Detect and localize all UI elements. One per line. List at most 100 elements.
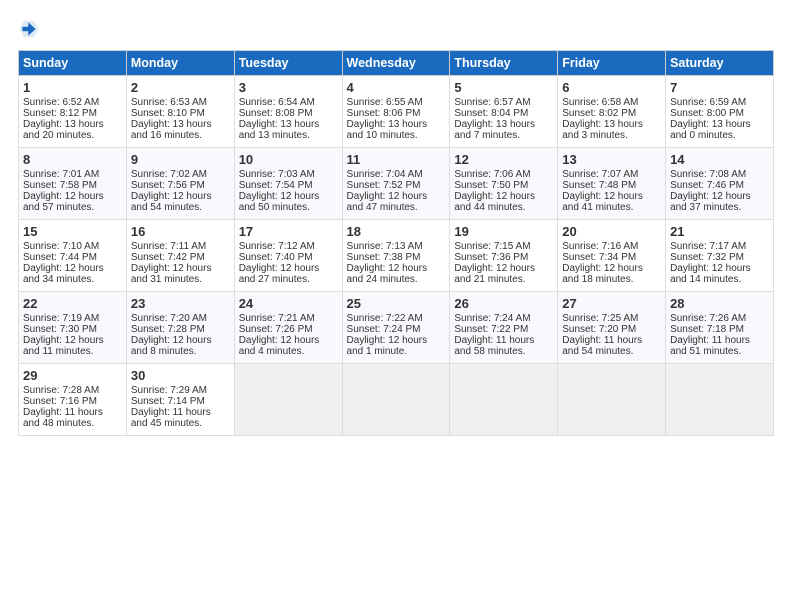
logo: [18, 18, 44, 40]
sunset-text: Sunset: 8:04 PM: [454, 108, 528, 119]
sunset-text: Sunset: 7:54 PM: [239, 180, 313, 191]
day-cell-10: 10Sunrise: 7:03 AMSunset: 7:54 PMDayligh…: [234, 148, 342, 220]
day-cell-19: 19 Sunrise: 7:15 AMSunset: 7:36 PMDayligh…: [450, 220, 558, 292]
daylight-text: Daylight: 12 hours and 37 minutes.: [670, 191, 751, 213]
week-row-1: 1Sunrise: 6:52 AMSunset: 8:12 PMDaylight…: [19, 76, 774, 148]
day-cell-28: 28Sunrise: 7:26 AMSunset: 7:18 PMDayligh…: [666, 292, 774, 364]
sunset-text: Sunset: 8:06 PM: [347, 108, 421, 119]
empty-cell: [666, 364, 774, 436]
calendar-table: Sunday Monday Tuesday Wednesday Thursday…: [18, 50, 774, 436]
week-row-5: 29Sunrise: 7:28 AMSunset: 7:16 PMDayligh…: [19, 364, 774, 436]
day-cell-26: 26Sunrise: 7:24 AMSunset: 7:22 PMDayligh…: [450, 292, 558, 364]
day-number: 14: [670, 152, 769, 167]
daylight-text: Daylight: 11 hours and 54 minutes.: [562, 335, 642, 357]
sunset-text: Sunset: 7:40 PM: [239, 252, 313, 263]
sunset-text: Sunset: 7:48 PM: [562, 180, 636, 191]
sunset-text: Sunset: 7:32 PM: [670, 252, 744, 263]
col-thursday: Thursday: [450, 51, 558, 76]
page: Sunday Monday Tuesday Wednesday Thursday…: [0, 0, 792, 448]
sunset-text: Sunset: 7:58 PM: [23, 180, 97, 191]
day-number: 29: [23, 368, 122, 383]
day-cell-21: 21Sunrise: 7:17 AMSunset: 7:32 PMDayligh…: [666, 220, 774, 292]
sunrise-text: Sunrise: 6:54 AM: [239, 97, 315, 108]
logo-icon: [18, 18, 40, 40]
day-cell-4: 4Sunrise: 6:55 AMSunset: 8:06 PMDaylight…: [342, 76, 450, 148]
sunrise-text: Sunrise: 7:16 AM: [562, 241, 638, 252]
sunset-text: Sunset: 7:26 PM: [239, 324, 313, 335]
sunrise-text: Sunrise: 7:03 AM: [239, 169, 315, 180]
day-number: 23: [131, 296, 230, 311]
daylight-text: Daylight: 13 hours and 13 minutes.: [239, 119, 320, 141]
daylight-text: Daylight: 12 hours and 14 minutes.: [670, 263, 751, 285]
day-cell-9: 9Sunrise: 7:02 AMSunset: 7:56 PMDaylight…: [126, 148, 234, 220]
day-number: 19: [454, 224, 553, 239]
sunset-text: Sunset: 8:10 PM: [131, 108, 205, 119]
sunrise-text: Sunrise: 7:13 AM: [347, 241, 423, 252]
sunset-text: Sunset: 7:22 PM: [454, 324, 528, 335]
sunrise-text: Sunrise: 7:24 AM: [454, 313, 530, 324]
col-saturday: Saturday: [666, 51, 774, 76]
day-cell-12: 12Sunrise: 7:06 AMSunset: 7:50 PMDayligh…: [450, 148, 558, 220]
day-cell-7: 7 Sunrise: 6:59 AMSunset: 8:00 PMDaylight…: [666, 76, 774, 148]
daylight-text: Daylight: 12 hours and 18 minutes.: [562, 263, 643, 285]
daylight-text: Daylight: 13 hours and 0 minutes.: [670, 119, 751, 141]
sunset-text: Sunset: 7:24 PM: [347, 324, 421, 335]
daylight-text: Daylight: 11 hours and 45 minutes.: [131, 407, 211, 429]
daylight-text: Daylight: 12 hours and 44 minutes.: [454, 191, 535, 213]
sunset-text: Sunset: 7:14 PM: [131, 396, 205, 407]
day-cell-15: 15Sunrise: 7:10 AMSunset: 7:44 PMDayligh…: [19, 220, 127, 292]
sunset-text: Sunset: 7:52 PM: [347, 180, 421, 191]
day-cell-2: 2Sunrise: 6:53 AMSunset: 8:10 PMDaylight…: [126, 76, 234, 148]
daylight-text: Daylight: 11 hours and 48 minutes.: [23, 407, 103, 429]
sunrise-text: Sunrise: 7:12 AM: [239, 241, 315, 252]
sunset-text: Sunset: 7:30 PM: [23, 324, 97, 335]
day-cell-8: 8Sunrise: 7:01 AMSunset: 7:58 PMDaylight…: [19, 148, 127, 220]
daylight-text: Daylight: 12 hours and 11 minutes.: [23, 335, 104, 357]
day-number: 4: [347, 80, 446, 95]
day-number: 9: [131, 152, 230, 167]
sunrise-text: Sunrise: 7:20 AM: [131, 313, 207, 324]
sunrise-text: Sunrise: 7:04 AM: [347, 169, 423, 180]
sunset-text: Sunset: 7:28 PM: [131, 324, 205, 335]
day-number: 24: [239, 296, 338, 311]
sunrise-text: Sunrise: 7:15 AM: [454, 241, 530, 252]
day-cell-27: 27Sunrise: 7:25 AMSunset: 7:20 PMDayligh…: [558, 292, 666, 364]
sunrise-text: Sunrise: 6:59 AM: [670, 97, 746, 108]
daylight-text: Daylight: 12 hours and 34 minutes.: [23, 263, 104, 285]
day-number: 12: [454, 152, 553, 167]
sunrise-text: Sunrise: 7:28 AM: [23, 385, 99, 396]
day-cell-23: 23 Sunrise: 7:20 AMSunset: 7:28 PMDayligh…: [126, 292, 234, 364]
empty-cell: [450, 364, 558, 436]
daylight-text: Daylight: 11 hours and 51 minutes.: [670, 335, 750, 357]
day-cell-20: 20Sunrise: 7:16 AMSunset: 7:34 PMDayligh…: [558, 220, 666, 292]
day-cell-11: 11 Sunrise: 7:04 AMSunset: 7:52 PMDayligh…: [342, 148, 450, 220]
day-number: 11: [347, 152, 446, 167]
week-row-2: 8Sunrise: 7:01 AMSunset: 7:58 PMDaylight…: [19, 148, 774, 220]
sunset-text: Sunset: 8:00 PM: [670, 108, 744, 119]
day-cell-3: 3Sunrise: 6:54 AMSunset: 8:08 PMDaylight…: [234, 76, 342, 148]
daylight-text: Daylight: 12 hours and 21 minutes.: [454, 263, 535, 285]
sunrise-text: Sunrise: 6:55 AM: [347, 97, 423, 108]
sunset-text: Sunset: 7:44 PM: [23, 252, 97, 263]
day-cell-17: 17Sunrise: 7:12 AMSunset: 7:40 PMDayligh…: [234, 220, 342, 292]
header: [18, 18, 774, 40]
daylight-text: Daylight: 13 hours and 3 minutes.: [562, 119, 643, 141]
day-cell-29: 29Sunrise: 7:28 AMSunset: 7:16 PMDayligh…: [19, 364, 127, 436]
sunset-text: Sunset: 8:12 PM: [23, 108, 97, 119]
daylight-text: Daylight: 13 hours and 7 minutes.: [454, 119, 535, 141]
day-cell-5: 5Sunrise: 6:57 AMSunset: 8:04 PMDaylight…: [450, 76, 558, 148]
col-tuesday: Tuesday: [234, 51, 342, 76]
daylight-text: Daylight: 12 hours and 47 minutes.: [347, 191, 428, 213]
sunset-text: Sunset: 7:34 PM: [562, 252, 636, 263]
sunset-text: Sunset: 7:36 PM: [454, 252, 528, 263]
daylight-text: Daylight: 12 hours and 8 minutes.: [131, 335, 212, 357]
day-number: 7: [670, 80, 769, 95]
daylight-text: Daylight: 12 hours and 24 minutes.: [347, 263, 428, 285]
sunset-text: Sunset: 7:20 PM: [562, 324, 636, 335]
sunrise-text: Sunrise: 7:19 AM: [23, 313, 99, 324]
day-cell-1: 1Sunrise: 6:52 AMSunset: 8:12 PMDaylight…: [19, 76, 127, 148]
day-cell-14: 14Sunrise: 7:08 AMSunset: 7:46 PMDayligh…: [666, 148, 774, 220]
sunrise-text: Sunrise: 7:21 AM: [239, 313, 315, 324]
sunset-text: Sunset: 8:08 PM: [239, 108, 313, 119]
day-number: 17: [239, 224, 338, 239]
